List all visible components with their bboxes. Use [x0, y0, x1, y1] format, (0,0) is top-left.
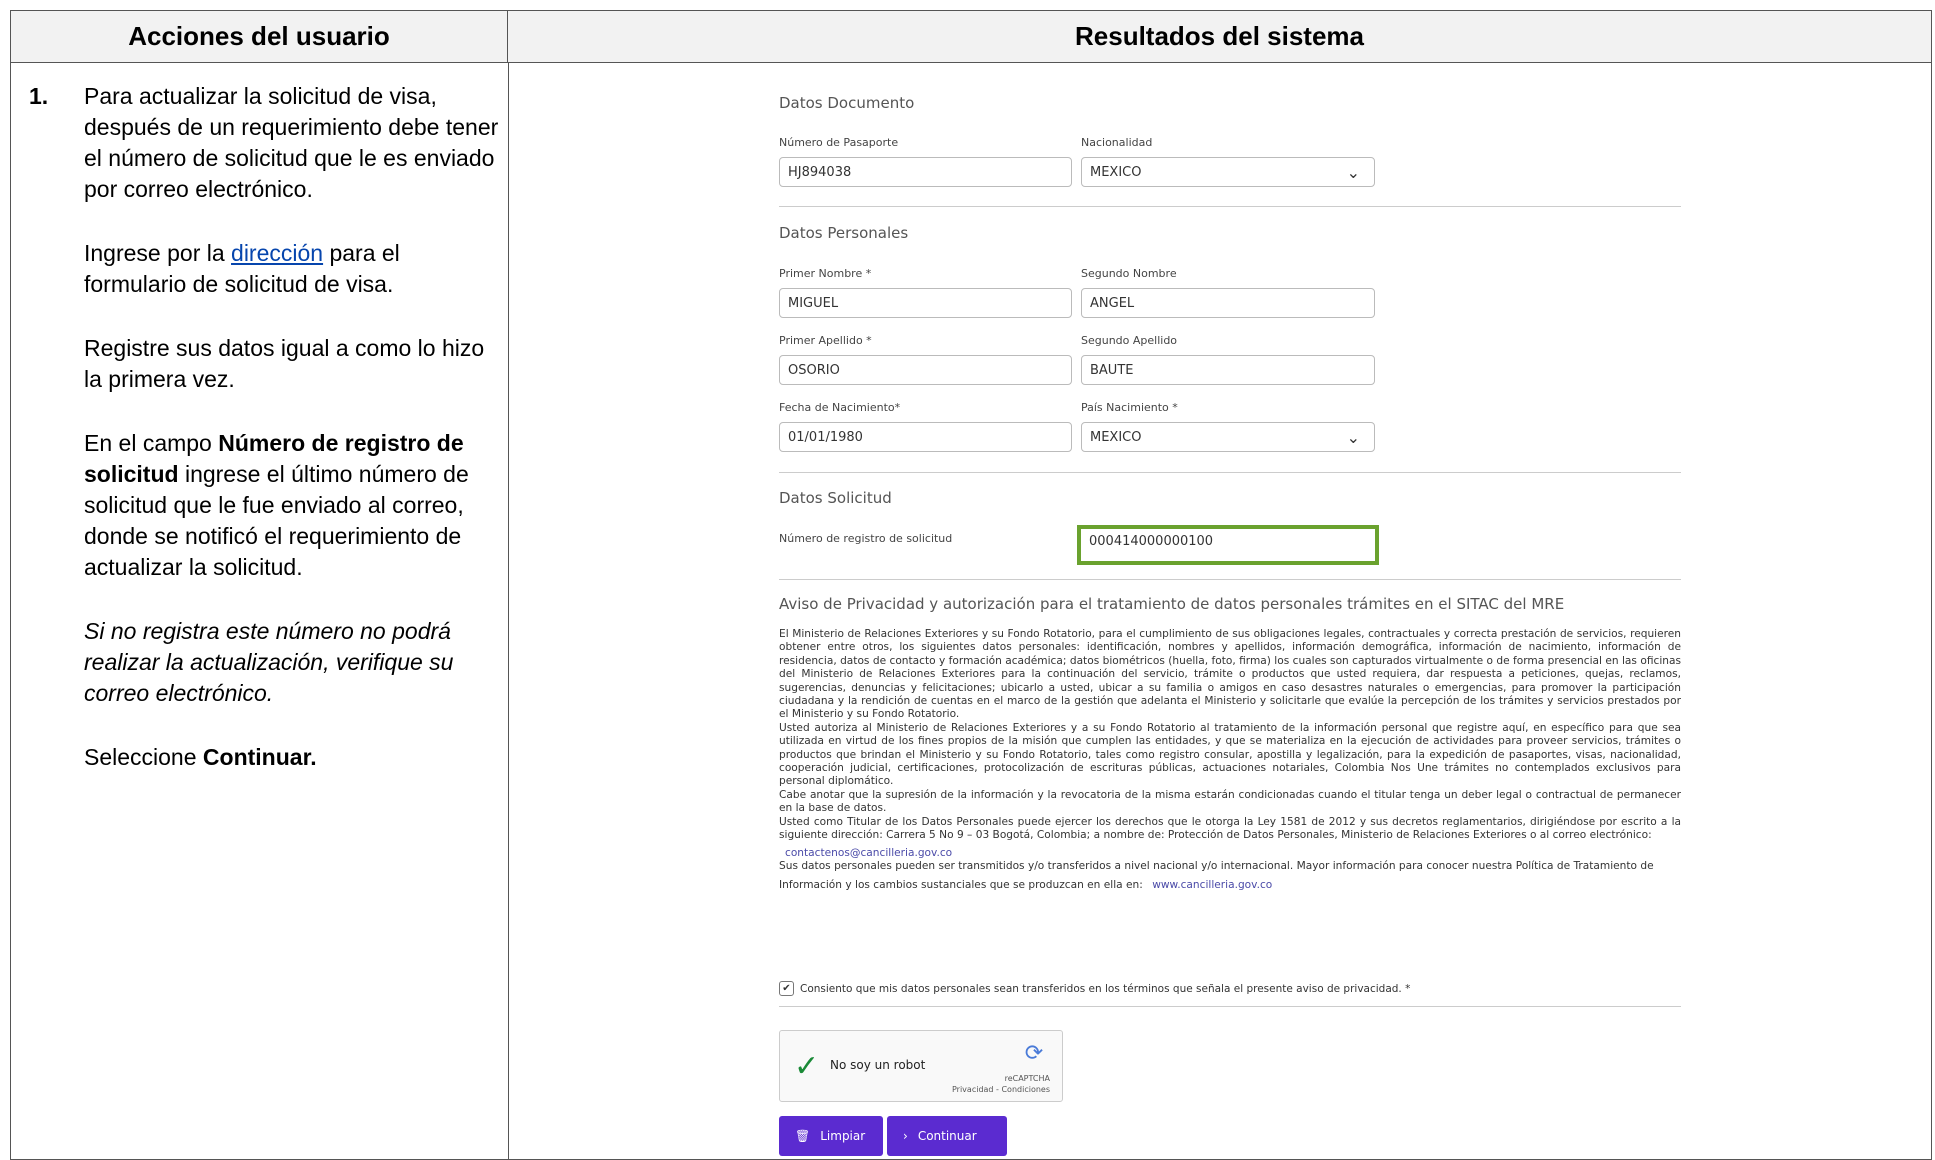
- privacy-paragraph: Cabe anotar que la supresión de la infor…: [779, 788, 1681, 815]
- divider: [779, 206, 1681, 207]
- request-number-input[interactable]: 000414000000100: [1077, 525, 1379, 565]
- request-number-label: Número de registro de solicitud: [779, 532, 953, 545]
- clear-label: Limpiar: [820, 1129, 866, 1143]
- consent-row[interactable]: ✔ Consiento que mis datos personales sea…: [779, 981, 1410, 996]
- divider: [779, 1006, 1681, 1007]
- recaptcha-logo-icon: ⟳: [1024, 1041, 1044, 1066]
- header-system-results: Resultados del sistema: [508, 11, 1931, 63]
- header-user-actions: Acciones del usuario: [11, 11, 508, 63]
- birth-country-label: País Nacimiento *: [1081, 401, 1178, 414]
- chevron-down-icon: ⌄: [1346, 428, 1360, 447]
- step-paragraph-3: Registre sus datos igual a como lo hizo …: [84, 335, 485, 392]
- step-number: 1.: [29, 83, 49, 109]
- captcha-label: No soy un robot: [830, 1058, 926, 1072]
- nationality-value: MEXICO: [1090, 165, 1142, 180]
- nationality-select[interactable]: MEXICO ⌄: [1081, 157, 1375, 187]
- continue-bold: Continuar.: [202, 744, 317, 770]
- privacy-paragraph: Sus datos personales pueden ser transmit…: [779, 859, 1654, 872]
- clear-button[interactable]: 🗑 Limpiar: [779, 1116, 883, 1156]
- second-surname-label: Segundo Apellido: [1081, 334, 1178, 347]
- birth-date-label: Fecha de Nacimiento*: [779, 401, 901, 414]
- captcha-links[interactable]: Privacidad - Condiciones: [952, 1084, 1050, 1095]
- instruction-table: Acciones del usuario Resultados del sist…: [10, 10, 1932, 1160]
- chevron-down-icon: ⌄: [1346, 163, 1360, 182]
- first-name-input[interactable]: MIGUEL: [779, 288, 1072, 318]
- privacy-title: Aviso de Privacidad y autorización para …: [779, 595, 1565, 613]
- address-link[interactable]: dirección: [231, 240, 323, 266]
- second-surname-input[interactable]: BAUTE: [1081, 355, 1375, 385]
- step-paragraph-1: Para actualizar la solicitud de visa, de…: [84, 83, 499, 202]
- recaptcha-widget[interactable]: ✓ No soy un robot ⟳ reCAPTCHA Privacidad …: [779, 1030, 1063, 1102]
- step-paragraph-6: Seleccione Continuar.: [84, 742, 499, 773]
- second-name-label: Segundo Nombre: [1081, 267, 1177, 280]
- consent-checkbox[interactable]: ✔: [779, 981, 794, 996]
- step-instructions: 1. Para actualizar la solicitud de visa,…: [29, 81, 499, 806]
- step-paragraph-2: Ingrese por la dirección para el formula…: [84, 238, 499, 300]
- section-personal: Datos Personales: [779, 224, 909, 242]
- passport-input[interactable]: HJ894038: [779, 157, 1072, 187]
- continue-label: Continuar: [917, 1129, 977, 1143]
- privacy-paragraph: Información y los cambios sustanciales q…: [779, 879, 1143, 892]
- step-paragraph-4: En el campo Número de registro de solici…: [84, 428, 499, 583]
- privacy-url-link[interactable]: www.cancilleria.gov.co: [1152, 879, 1272, 891]
- divider: [779, 579, 1681, 580]
- first-surname-label: Primer Apellido *: [779, 334, 872, 347]
- checkmark-icon: ✓: [794, 1049, 820, 1084]
- p2-text: Ingrese por la: [84, 240, 232, 266]
- column-divider: [508, 63, 509, 1159]
- captcha-brand: reCAPTCHA Privacidad - Condiciones: [952, 1073, 1050, 1095]
- privacy-paragraph: El Ministerio de Relaciones Exteriores y…: [779, 628, 1681, 721]
- p6-text: Seleccione: [84, 744, 203, 770]
- section-request: Datos Solicitud: [779, 489, 892, 507]
- privacy-email-link[interactable]: contactenos@cancilleria.gov.co: [785, 847, 1681, 860]
- passport-label: Número de Pasaporte: [779, 136, 899, 149]
- trash-icon: 🗑: [795, 1129, 811, 1143]
- birth-country-select[interactable]: MEXICO ⌄: [1081, 422, 1375, 452]
- privacy-text: El Ministerio de Relaciones Exteriores y…: [779, 628, 1681, 893]
- birth-date-input[interactable]: 01/01/1980: [779, 422, 1072, 452]
- privacy-paragraph: Usted autoriza al Ministerio de Relacion…: [779, 721, 1681, 788]
- second-name-input[interactable]: ANGEL: [1081, 288, 1375, 318]
- captcha-brand-name: reCAPTCHA: [1004, 1074, 1050, 1083]
- privacy-paragraph: Usted como Titular de los Datos Personal…: [779, 815, 1681, 842]
- p4-text: En el campo: [84, 430, 219, 456]
- nationality-label: Nacionalidad: [1081, 136, 1153, 149]
- step-paragraph-warning: Si no registra este número no podrá real…: [84, 618, 454, 706]
- first-name-label: Primer Nombre *: [779, 267, 872, 280]
- first-surname-input[interactable]: OSORIO: [779, 355, 1072, 385]
- continue-button[interactable]: › Continuar: [887, 1116, 1007, 1156]
- divider: [779, 472, 1681, 473]
- chevron-right-icon: ›: [903, 1129, 908, 1143]
- section-document: Datos Documento: [779, 94, 915, 112]
- birth-country-value: MEXICO: [1090, 430, 1142, 445]
- consent-label: Consiento que mis datos personales sean …: [800, 982, 1411, 995]
